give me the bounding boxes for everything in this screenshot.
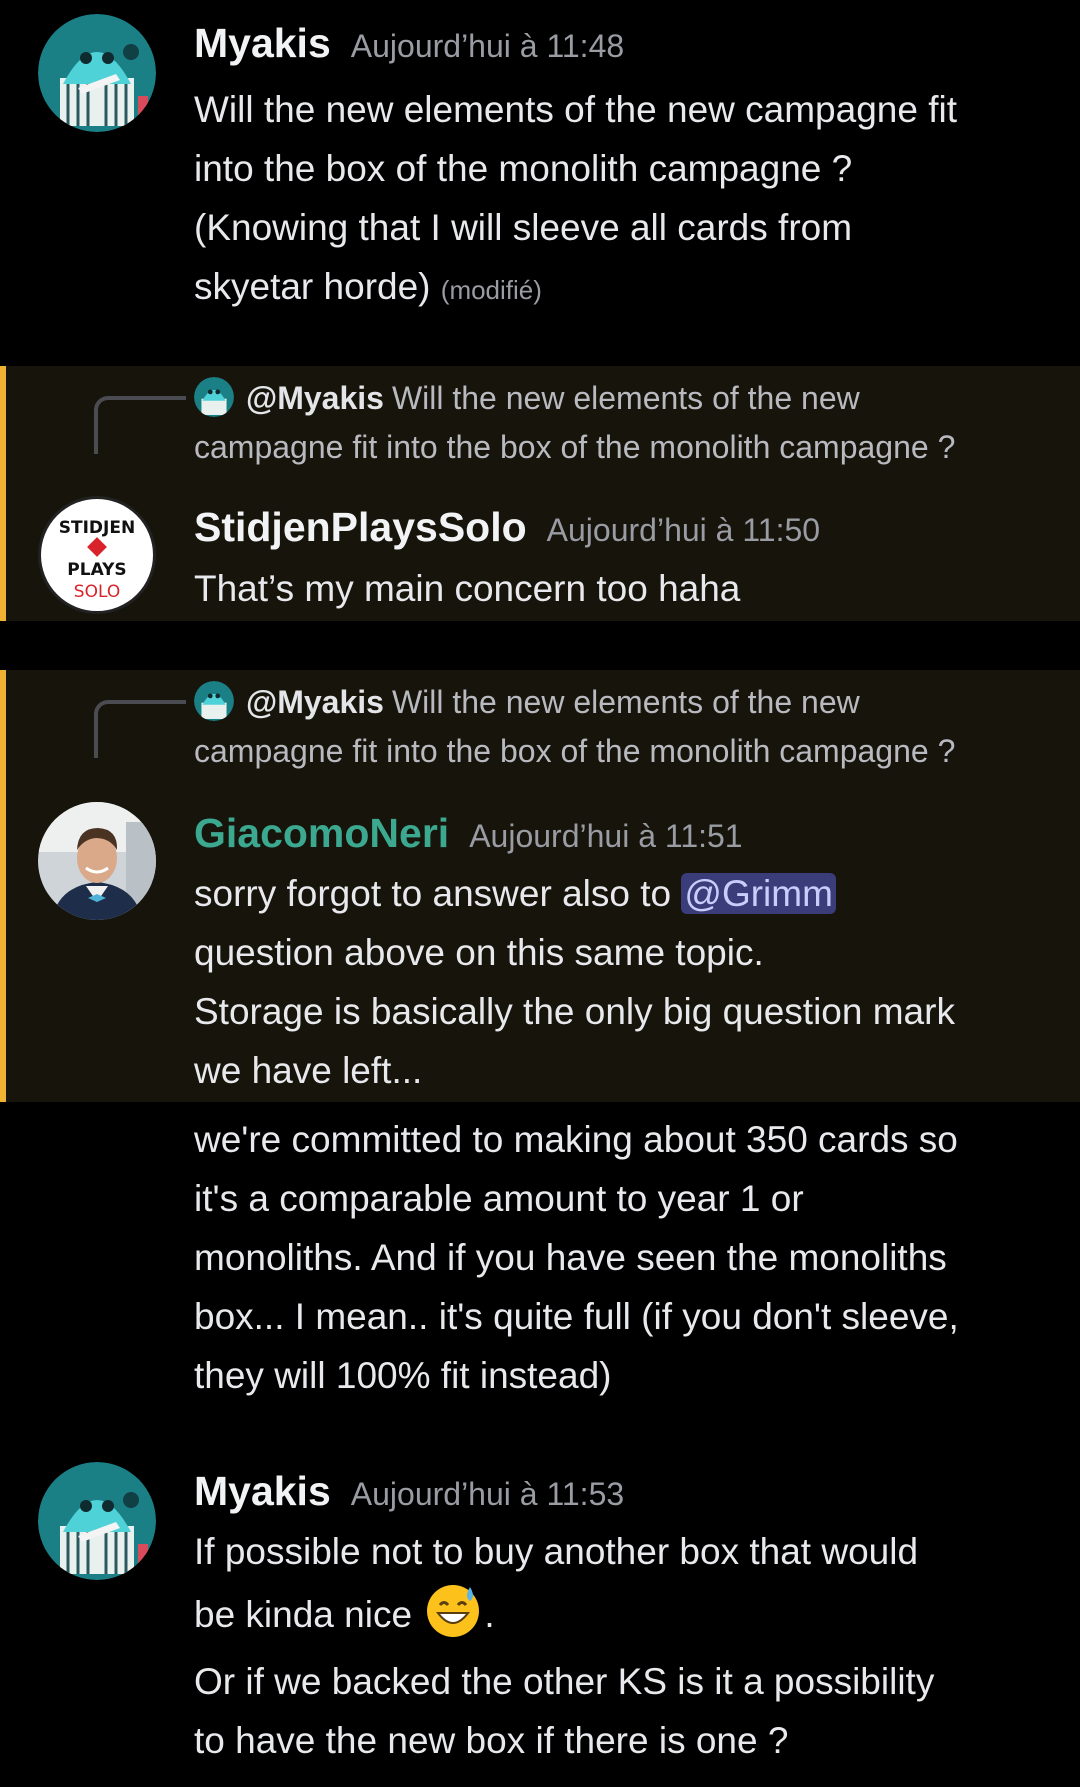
avatar-giacomo[interactable] bbox=[38, 802, 156, 920]
message-body: That’s my main concern too haha bbox=[194, 559, 1044, 618]
username[interactable]: GiacomoNeri bbox=[194, 810, 449, 856]
message-header: GiacomoNeri Aujourd’hui à 11:51 bbox=[194, 810, 743, 857]
timestamp: Aujourd’hui à 11:50 bbox=[546, 512, 821, 548]
message-line: we're committed to making about 350 card… bbox=[194, 1119, 958, 1160]
message-line: be kinda nice . bbox=[194, 1581, 1044, 1644]
message-line: box... I mean.. it's quite full (if you … bbox=[194, 1296, 959, 1337]
timestamp: Aujourd’hui à 11:53 bbox=[350, 1476, 625, 1512]
message-line: (Knowing that I will sleeve all cards fr… bbox=[194, 207, 853, 248]
message-header: Myakis Aujourd’hui à 11:48 bbox=[194, 20, 624, 67]
reply-spine bbox=[94, 396, 186, 454]
message-myakis-1153: Myakis Aujourd’hui à 11:53 If possible no… bbox=[0, 1460, 1080, 1787]
username[interactable]: Myakis bbox=[194, 1468, 331, 1514]
robot-avatar-icon bbox=[194, 681, 234, 721]
mini-avatar-myakis bbox=[194, 377, 234, 417]
dice-icon bbox=[87, 537, 107, 557]
message-line: into the box of the monolith campagne ? bbox=[194, 148, 853, 189]
message-line: monoliths. And if you have seen the mono… bbox=[194, 1237, 947, 1278]
reply-preview[interactable]: @Myakis Will the new elements of the new … bbox=[194, 678, 1054, 776]
edited-label: (modifié) bbox=[440, 275, 542, 305]
person-photo-avatar bbox=[38, 802, 156, 920]
reply-spine bbox=[94, 700, 186, 758]
message-line: question above on this same topic. bbox=[194, 932, 764, 973]
timestamp: Aujourd’hui à 11:51 bbox=[469, 818, 743, 854]
message-body: we're committed to making about 350 card… bbox=[194, 1110, 1044, 1405]
message-line: If possible not to buy another box that … bbox=[194, 1531, 919, 1572]
avatar-text-line2: PLAYS bbox=[67, 560, 126, 580]
mini-avatar-myakis bbox=[194, 681, 234, 721]
message-continuation: we're committed to making about 350 card… bbox=[0, 1110, 1080, 1410]
message-line-text: be kinda nice bbox=[194, 1594, 413, 1635]
avatar-myakis[interactable] bbox=[38, 1462, 156, 1580]
message-line: Will the new elements of the new campagn… bbox=[194, 89, 957, 130]
robot-avatar-icon bbox=[38, 1462, 156, 1580]
reply-username[interactable]: @Myakis bbox=[246, 684, 384, 720]
message-line-suffix: . bbox=[484, 1594, 495, 1635]
message-stidjen-1150: @Myakis Will the new elements of the new … bbox=[0, 366, 1080, 621]
reply-username[interactable]: @Myakis bbox=[246, 380, 384, 416]
message-line: to have the new box if there is one ? bbox=[194, 1720, 789, 1761]
avatar-text-line1: STIDJEN bbox=[59, 518, 135, 538]
message-body: If possible not to buy another box that … bbox=[194, 1522, 1044, 1770]
timestamp: Aujourd’hui à 11:48 bbox=[350, 28, 625, 64]
reply-text-line2: campagne fit into the box of the monolit… bbox=[194, 733, 956, 769]
message-body: Will the new elements of the new campagn… bbox=[194, 80, 1044, 320]
message-line: skyetar horde) (modifié) bbox=[194, 257, 1044, 320]
message-body: sorry forgot to answer also to @Grimm qu… bbox=[194, 864, 1044, 1100]
reply-preview[interactable]: @Myakis Will the new elements of the new … bbox=[194, 374, 1054, 472]
avatar-stidjen[interactable]: STIDJEN PLAYS SOLO bbox=[38, 496, 156, 614]
message-line: Or if we backed the other KS is it a pos… bbox=[194, 1661, 935, 1702]
message-myakis-1148: Myakis Aujourd’hui à 11:48 Will the new e… bbox=[0, 0, 1080, 307]
message-line: they will 100% fit instead) bbox=[194, 1355, 612, 1396]
message-line: Storage is basically the only big questi… bbox=[194, 991, 955, 1032]
username[interactable]: Myakis bbox=[194, 20, 331, 66]
message-giacomo-1151: @Myakis Will the new elements of the new … bbox=[0, 670, 1080, 1102]
user-mention[interactable]: @Grimm bbox=[681, 873, 836, 914]
username[interactable]: StidjenPlaysSolo bbox=[194, 504, 527, 550]
message-header: Myakis Aujourd’hui à 11:53 bbox=[194, 1468, 624, 1515]
message-line: sorry forgot to answer also to @Grimm bbox=[194, 864, 1044, 923]
grinning-sweat-emoji-icon bbox=[424, 1581, 482, 1639]
reply-text-line2: campagne fit into the box of the monolit… bbox=[194, 429, 956, 465]
robot-avatar-icon bbox=[194, 377, 234, 417]
message-header: StidjenPlaysSolo Aujourd’hui à 11:50 bbox=[194, 504, 820, 551]
reply-text: Will the new elements of the new bbox=[391, 684, 860, 720]
avatar-myakis[interactable] bbox=[38, 14, 156, 132]
reply-text: Will the new elements of the new bbox=[391, 380, 860, 416]
avatar-text-line3: SOLO bbox=[74, 582, 120, 602]
message-line-text: skyetar horde) bbox=[194, 266, 431, 307]
message-line: That’s my main concern too haha bbox=[194, 568, 741, 609]
message-line-text: sorry forgot to answer also to bbox=[194, 873, 682, 914]
message-line: we have left... bbox=[194, 1050, 423, 1091]
robot-avatar-icon bbox=[38, 14, 156, 132]
message-line: it's a comparable amount to year 1 or bbox=[194, 1178, 804, 1219]
